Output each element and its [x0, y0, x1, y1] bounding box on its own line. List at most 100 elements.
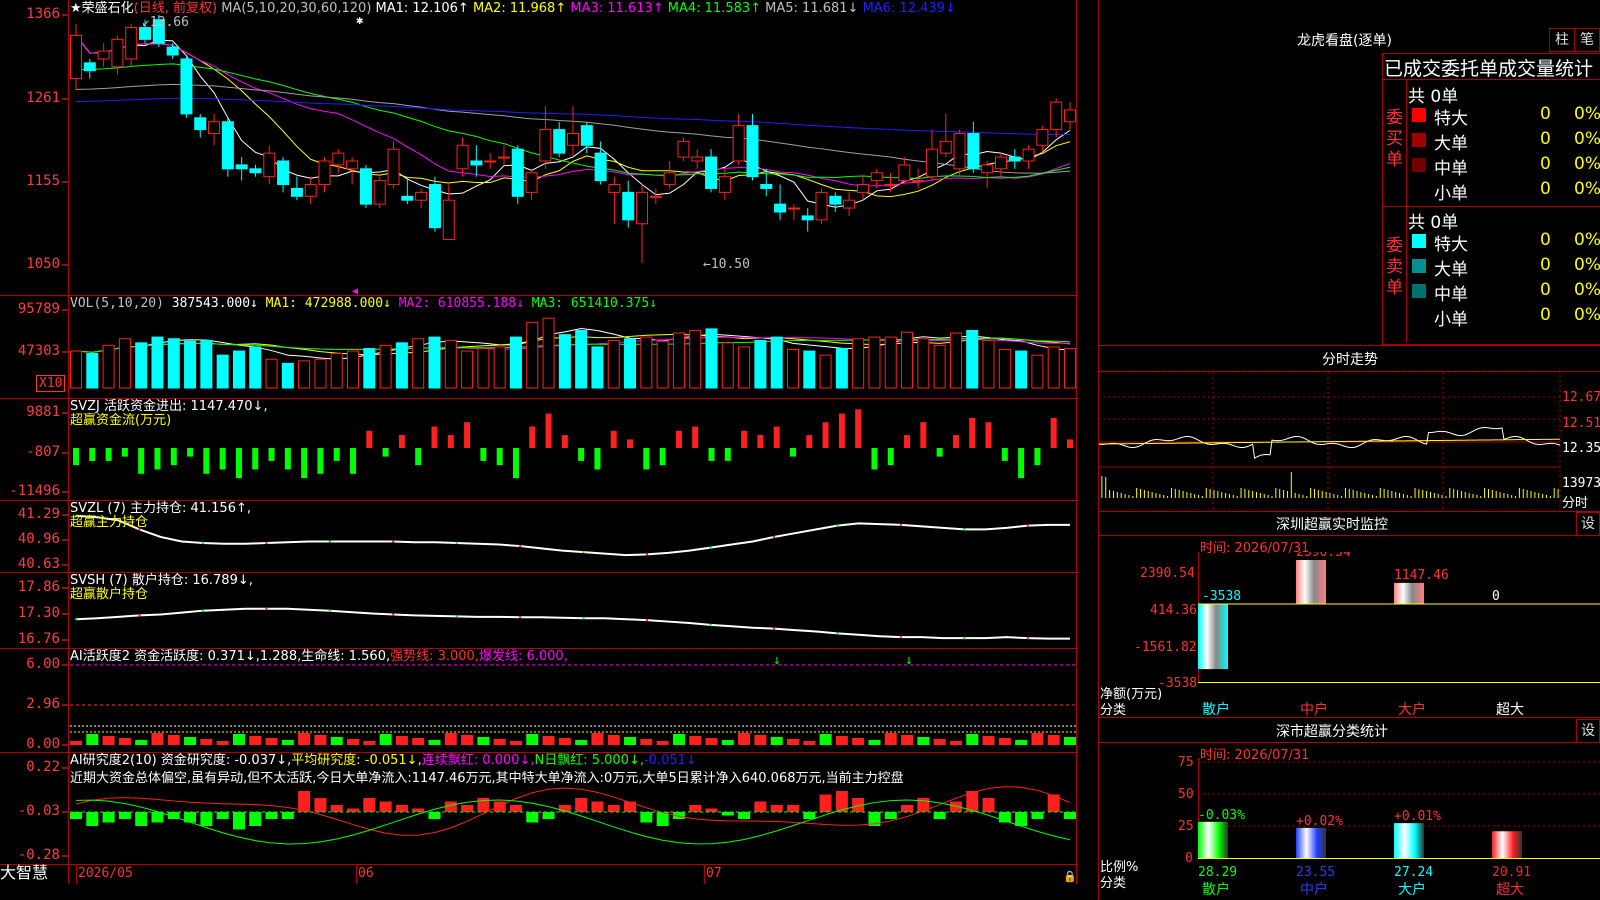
ai-activity-bar — [672, 734, 685, 745]
ytick: 6.00 — [26, 656, 60, 672]
ai-research-bar — [379, 801, 392, 812]
volume-bar — [852, 338, 865, 389]
sc-bar-change: -0.03% — [1198, 808, 1245, 823]
ai-research-bar — [770, 805, 783, 812]
volume-bar — [314, 358, 327, 389]
ai-activity-bar — [249, 736, 262, 745]
ytick: 1366 — [26, 6, 60, 22]
intraday-chart[interactable] — [1098, 372, 1600, 510]
svzl-line-path-dot — [328, 540, 331, 543]
ai-activity-bar — [998, 738, 1011, 745]
svg-text:↓: ↓ — [773, 653, 781, 668]
ai-research-bar — [526, 812, 539, 823]
ai-activity-bar — [591, 733, 604, 745]
svzj-bar — [512, 448, 519, 479]
svsh-line-path-dot — [75, 618, 77, 621]
candle-body — [166, 46, 179, 56]
sc-bar — [1394, 823, 1424, 858]
svsh-line-path-dot — [328, 609, 331, 612]
svzj-bar — [610, 430, 617, 448]
ytick: 95789 — [17, 301, 60, 317]
ai-research-bar — [347, 808, 360, 812]
svzj-bar — [1001, 448, 1008, 461]
svzj-bar — [73, 448, 79, 466]
volume-bar — [917, 338, 930, 389]
ai-activity-bar — [754, 735, 767, 745]
ai-activity-bar — [509, 741, 522, 745]
svzl-line-path-dot — [1026, 524, 1029, 527]
svzj-bar — [496, 448, 503, 466]
svzj-bar — [252, 448, 259, 470]
svzj-bar — [659, 448, 666, 466]
ai-research-bar — [151, 812, 164, 823]
candle-body — [1050, 101, 1063, 131]
order-stat-title: 已成交委托单成交量统计 — [1384, 58, 1594, 80]
ai-activity-bar — [428, 740, 441, 745]
svzj-bar — [350, 448, 357, 474]
ai-activity-bar — [721, 740, 734, 745]
ma-value-2: MA2: 11.968↑ — [468, 1, 567, 16]
candle-body — [484, 160, 497, 163]
volume-bar — [705, 328, 718, 389]
ai-research-bar — [754, 801, 767, 812]
ai-activity-bar — [526, 734, 539, 745]
svzj-bar — [643, 448, 650, 470]
svsh-line-path-dot — [1026, 637, 1029, 640]
ai-activity-bar — [379, 734, 392, 745]
svzj-bar — [545, 413, 552, 448]
svzj-bar — [692, 426, 699, 448]
row-volume: 0 — [1540, 305, 1551, 325]
ai-activity-bar — [770, 737, 783, 745]
sc-bar — [1198, 821, 1228, 858]
svzl-line-path-dot — [899, 523, 902, 526]
svzj-bar — [333, 448, 340, 461]
svzj-bar — [1018, 448, 1025, 479]
ai-activity-bar — [135, 740, 148, 745]
ai-activity-bar — [738, 733, 751, 745]
candle-body — [953, 133, 966, 170]
ai-activity-bar — [102, 736, 115, 745]
color-swatch — [1412, 133, 1426, 147]
sc-settings-button[interactable]: 设 — [1576, 719, 1600, 743]
ai-activity-bar — [265, 738, 278, 745]
volume-bar — [1047, 346, 1060, 389]
row-percent: 0% — [1574, 179, 1600, 199]
sz-monitor-title: 深圳超赢实时监控 — [1276, 517, 1388, 533]
ai-activity-bar — [216, 741, 229, 745]
ai-research-bar — [542, 812, 555, 819]
svsh-line-path-dot — [392, 613, 395, 616]
vol-value-3: MA3: 651410.375↓ — [523, 296, 658, 311]
candle-body — [1036, 129, 1049, 146]
svzj-bar — [594, 448, 601, 470]
svzj-bar — [855, 409, 862, 448]
ma-value-1: MA1: 12.106↑ — [375, 1, 469, 16]
ai-research-bar — [607, 805, 620, 812]
ai-activity-bar — [624, 737, 637, 745]
svzj-bar — [741, 430, 748, 448]
ai-activity-bar — [347, 739, 360, 745]
candle-body — [456, 144, 469, 170]
ai-research-bar — [314, 798, 327, 812]
fenshi-title: 分时走势 — [1322, 352, 1378, 368]
intraday-vol-max: 13973 — [1562, 476, 1600, 491]
svzl-line-path-dot — [709, 546, 712, 549]
sz-bar-value: -3538 — [1202, 589, 1241, 604]
volume-bar — [363, 348, 376, 389]
ai-research-bar — [624, 801, 637, 812]
ai-research-bar — [330, 805, 343, 812]
tick-mode-button[interactable]: 笔 — [1574, 28, 1600, 52]
volume-bar — [461, 350, 474, 389]
ai-activity-bar — [330, 737, 343, 745]
volume-bar — [265, 358, 278, 389]
svzj-bar — [1034, 448, 1041, 466]
candle-body — [346, 160, 359, 170]
ai-research-bar — [640, 812, 653, 823]
svzj-bar — [366, 430, 373, 448]
candle-body — [332, 152, 345, 166]
candle-body — [636, 191, 649, 225]
ytick: 1155 — [26, 173, 60, 189]
bar-mode-button[interactable]: 柱 — [1549, 28, 1575, 52]
high-price-marker: ↙13.66 — [142, 15, 189, 30]
svg-text:↓: ↓ — [905, 653, 913, 668]
sz-settings-button[interactable]: 设 — [1576, 512, 1600, 536]
